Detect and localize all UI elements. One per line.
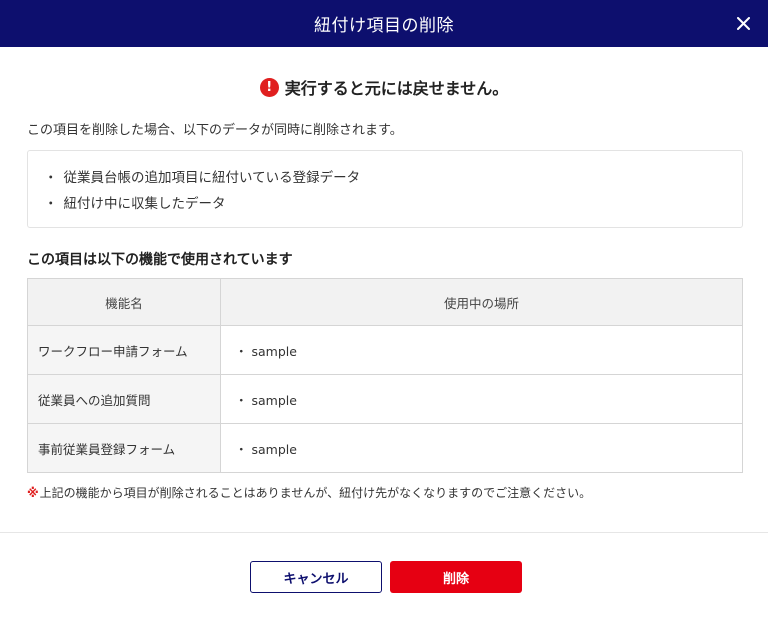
- dialog-title: 紐付け項目の削除: [314, 16, 454, 36]
- location-cell: ・ sample: [220, 423, 743, 473]
- feature-cell: 従業員への追加質問: [27, 374, 221, 424]
- footer-divider: [0, 532, 768, 533]
- note-text: 上記の機能から項目が削除されることはありませんが、紐付け先がなくなりますのでご注…: [39, 486, 592, 500]
- list-item: ・紐付け中に収集したデータ: [44, 196, 226, 212]
- close-button[interactable]: [730, 10, 756, 36]
- feature-cell: 事前従業員登録フォーム: [27, 423, 221, 473]
- close-icon: [736, 16, 750, 30]
- delete-button[interactable]: 削除: [390, 561, 522, 593]
- list-item: ・従業員台帳の追加項目に紐付いている登録データ: [44, 170, 361, 186]
- usage-table: 機能名 使用中の場所 ワークフロー申請フォーム ・ sample 従業員への追加…: [27, 278, 743, 473]
- feature-cell: ワークフロー申請フォーム: [27, 325, 221, 375]
- cancel-button[interactable]: キャンセル: [250, 561, 382, 593]
- caution-note: ※上記の機能から項目が削除されることはありませんが、紐付け先がなくなりますのでご…: [27, 484, 591, 501]
- warning-text: 実行すると元には戻せません。: [284, 79, 509, 98]
- irreversible-warning: ! 実行すると元には戻せません。: [0, 74, 768, 100]
- table-row: 従業員への追加質問 ・ sample: [27, 374, 743, 424]
- table-row: ワークフロー申請フォーム ・ sample: [27, 325, 743, 375]
- delete-linked-item-dialog: 紐付け項目の削除 ! 実行すると元には戻せません。 この項目を削除した場合、以下…: [0, 0, 768, 617]
- note-mark: ※: [27, 486, 39, 500]
- column-header-location: 使用中の場所: [220, 278, 743, 326]
- location-cell: ・ sample: [220, 325, 743, 375]
- exclamation-circle-icon: !: [259, 77, 279, 97]
- deleted-data-list: ・従業員台帳の追加項目に紐付いている登録データ ・紐付け中に収集したデータ: [27, 150, 743, 228]
- table-header-row: 機能名 使用中の場所: [27, 278, 743, 326]
- table-row: 事前従業員登録フォーム ・ sample: [27, 423, 743, 473]
- usage-section-title: この項目は以下の機能で使用されています: [27, 252, 293, 268]
- dialog-header: 紐付け項目の削除: [0, 0, 768, 47]
- delete-description: この項目を削除した場合、以下のデータが同時に削除されます。: [27, 123, 403, 138]
- location-cell: ・ sample: [220, 374, 743, 424]
- column-header-feature: 機能名: [27, 278, 221, 326]
